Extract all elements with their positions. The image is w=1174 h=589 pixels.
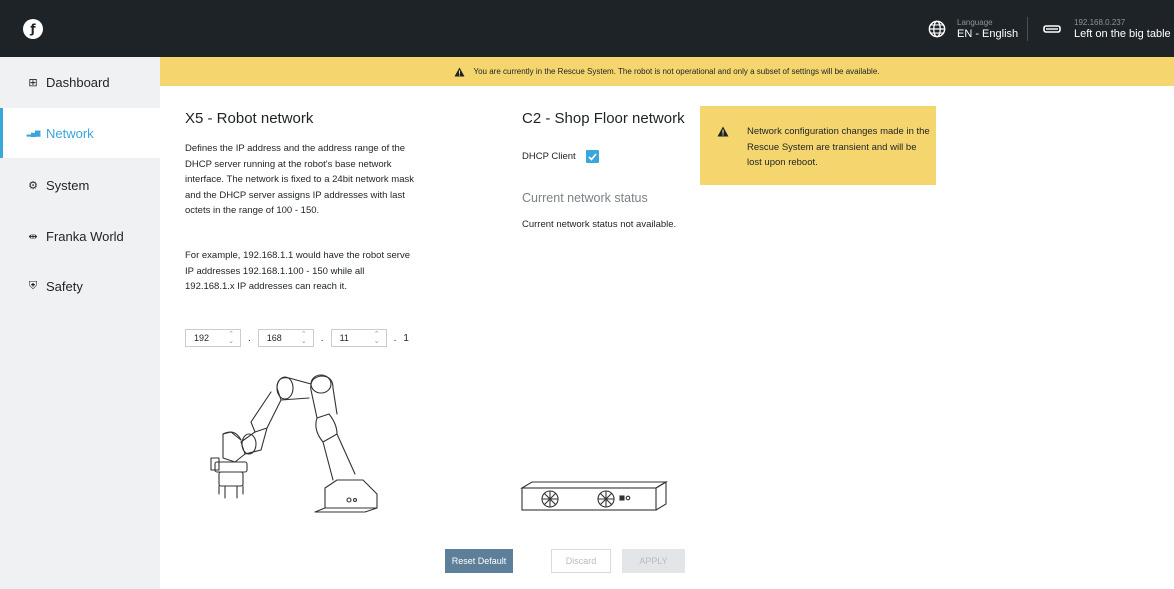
gear-icon: ⚙ [28,179,38,192]
robot-base-icon [1043,25,1061,33]
language-value: EN - English [957,28,1019,40]
network-status-text: Current network status not available. [522,219,677,230]
warning-icon [717,126,729,137]
ip-octet-1-input[interactable]: 192 ⌃ ⌄ [185,329,241,347]
sidebar-item-network[interactable]: ▂▄▆ Network [0,108,160,158]
shop-floor-switch-illustration [520,481,668,511]
discard-button[interactable]: Discard [551,549,611,573]
ip-separator: . [320,332,324,344]
sidebar-item-franka-world[interactable]: ⇹ Franka World [0,211,160,261]
franka-logo-icon[interactable]: ƒ [23,19,43,39]
language-label: Language [957,18,993,27]
dhcp-client-checkbox[interactable] [585,150,599,163]
stepper-icon[interactable]: ⌃ ⌄ [374,331,380,345]
robot-ip: 192.168.0.237 [1074,18,1126,27]
ip-octet-2-input[interactable]: 168 ⌃ ⌄ [257,329,314,347]
shield-icon: ⛨ [28,279,38,292]
dhcp-client-row: DHCP Client [522,150,599,163]
dhcp-client-label: DHCP Client [522,151,576,162]
apply-button[interactable]: APPLY [622,549,685,573]
ip-separator: . [393,332,397,344]
stepper-icon[interactable]: ⌃ ⌄ [228,331,234,345]
rescue-warning-banner: You are currently in the Rescue System. … [160,57,1174,86]
sidebar-item-label: Dashboard [46,74,110,90]
check-icon [588,152,597,161]
top-bar: ƒ Language EN - English 192.168.0.237 Le… [0,0,1174,57]
ip-separator: . [248,332,251,344]
warning-icon [454,66,465,77]
network-status-heading: Current network status [522,191,648,205]
robot-network-example: For example, 192.168.1.1 would have the … [185,250,410,292]
sidebar-item-system[interactable]: ⚙ System [0,160,160,210]
language-selector[interactable]: Language EN - English [928,18,1018,40]
transient-config-note: Network configuration changes made in th… [700,106,936,185]
ip-address-input-group: 192 ⌃ ⌄ . 168 ⌃ ⌄ . 11 ⌃ ⌄ . 1 [185,329,409,347]
ip-octet-4-fixed: 1 [403,332,409,344]
globe-icon [928,20,946,38]
dashboard-icon: ⊞ [28,76,38,89]
shop-floor-title: C2 - Shop Floor network [522,110,685,127]
sidebar-item-label: Franka World [46,228,124,244]
sidebar-item-label: Safety [46,278,83,294]
reset-default-button[interactable]: Reset Default [445,549,513,573]
robot-arm-illustration [210,374,378,513]
sidebar-item-dashboard[interactable]: ⊞ Dashboard [0,57,160,107]
network-bars-icon: ▂▄▆ [26,130,41,137]
ip-octet-3-input[interactable]: 11 ⌃ ⌄ [330,329,387,347]
robot-network-title: X5 - Robot network [185,110,314,127]
robot-location: Left on the big table [1074,28,1171,40]
sidebar-item-label: Network [46,125,94,141]
sidebar-item-label: System [46,177,90,193]
stepper-icon[interactable]: ⌃ ⌄ [301,331,307,345]
sidebar: ⊞ Dashboard ▂▄▆ Network ⚙ System ⇹ Frank… [0,57,160,589]
handshake-icon: ⇹ [28,230,38,243]
banner-text: You are currently in the Rescue System. … [473,67,880,76]
header-divider [1027,17,1028,41]
robot-network-description: Defines the IP address and the address r… [185,143,414,216]
robot-info[interactable]: 192.168.0.237 Left on the big table [1043,18,1171,40]
sidebar-item-safety[interactable]: ⛨ Safety [0,261,160,311]
note-text: Network configuration changes made in th… [747,126,930,168]
